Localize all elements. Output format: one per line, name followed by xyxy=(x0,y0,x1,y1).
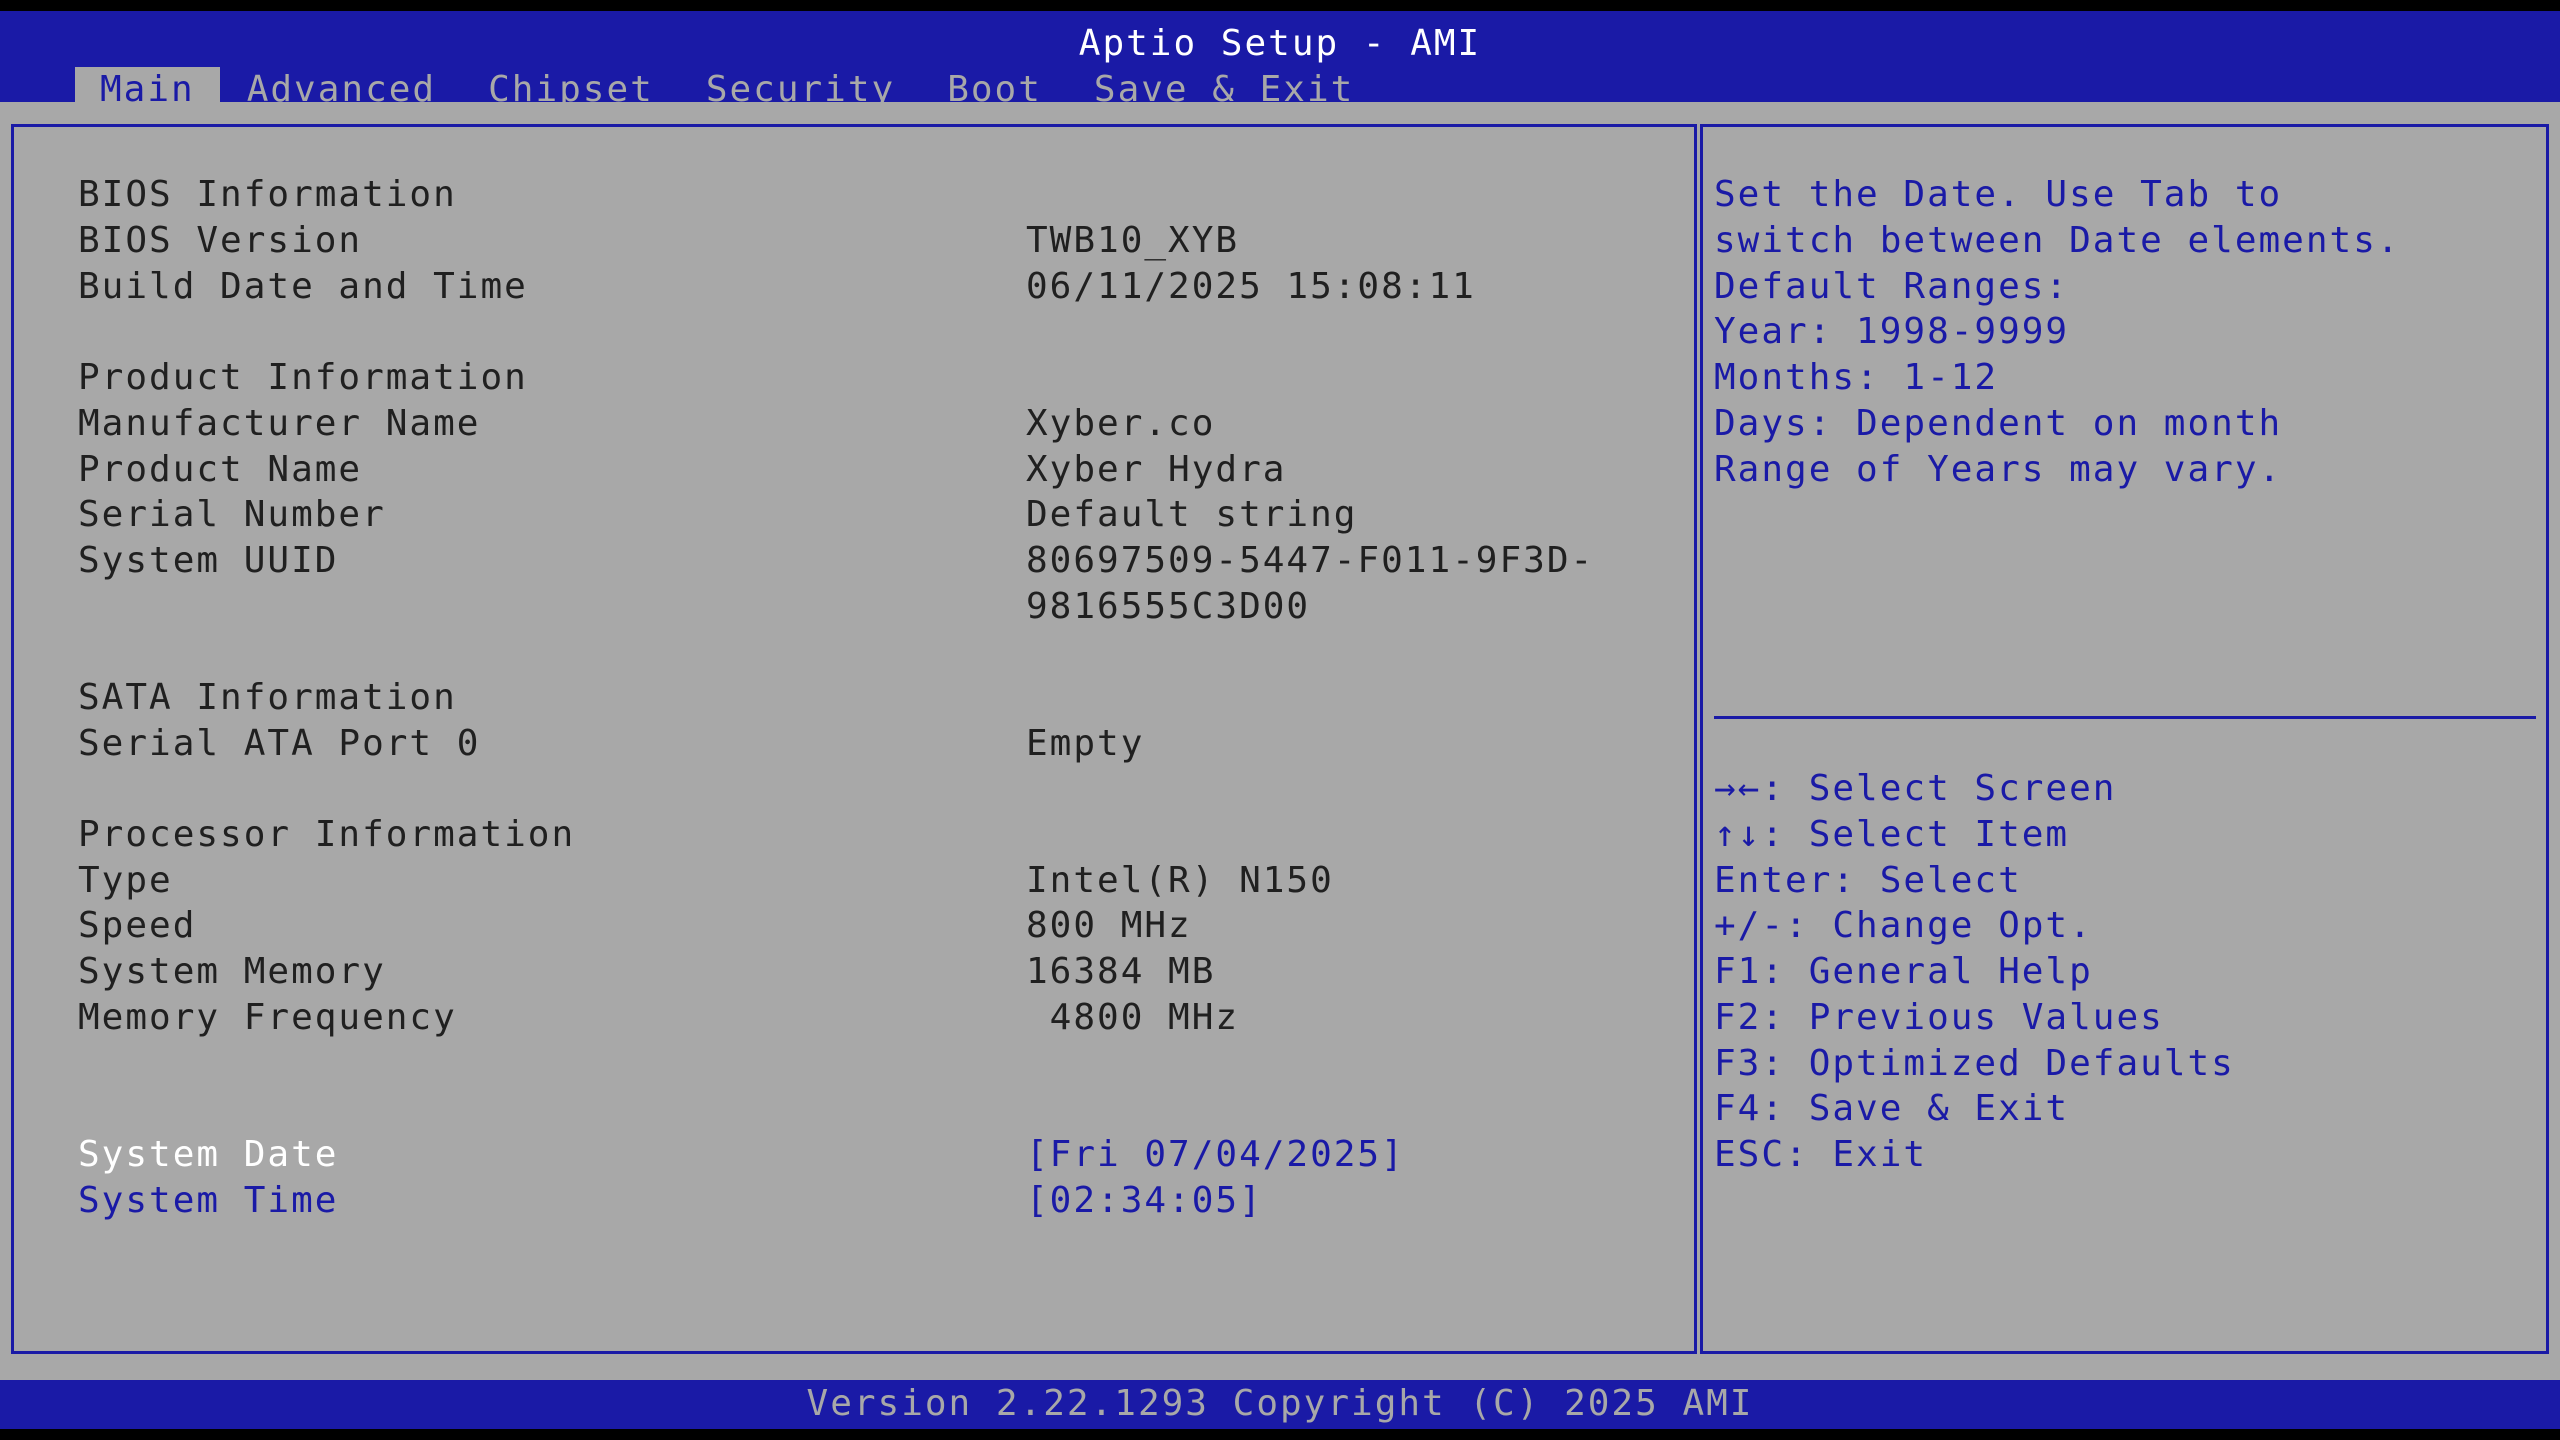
system-date-label[interactable]: System Date xyxy=(78,1132,338,1178)
processor-speed-value: 800 MHz xyxy=(1026,905,1192,946)
key-hint-esc: ESC: Exit xyxy=(1714,1134,1928,1175)
serial-number-label: Serial Number xyxy=(78,494,386,535)
system-time-field[interactable]: [02:34:05] xyxy=(1026,1178,1263,1224)
bios-version-label: BIOS Version xyxy=(78,220,363,261)
bios-screen: Aptio Setup - AMI Main Advanced Chipset … xyxy=(0,0,2560,1440)
system-memory-value: 16384 MB xyxy=(1026,951,1216,992)
system-date-field[interactable]: [Fri 07/04/2025] xyxy=(1026,1132,1405,1178)
build-date-label: Build Date and Time xyxy=(78,266,528,307)
system-uuid-label: System UUID xyxy=(78,540,339,581)
help-text-line: Days: Dependent on month xyxy=(1714,403,2283,444)
processor-type-value: Intel(R) N150 xyxy=(1026,860,1334,901)
build-date-value: 06/11/2025 15:08:11 xyxy=(1026,266,1476,307)
help-text-line: Set the Date. Use Tab to xyxy=(1714,174,2283,215)
product-name-label: Product Name xyxy=(78,449,363,490)
sata-info-heading: SATA Information xyxy=(78,677,457,718)
manufacturer-label: Manufacturer Name xyxy=(78,403,481,444)
key-hint-enter: Enter: Select xyxy=(1714,860,2022,901)
processor-type-label: Type xyxy=(78,860,173,901)
memory-frequency-value: 4800 MHz xyxy=(1026,997,1240,1038)
top-bar: Aptio Setup - AMI Main Advanced Chipset … xyxy=(0,11,2560,113)
system-time-label[interactable]: System Time xyxy=(78,1178,338,1224)
processor-info-heading: Processor Information xyxy=(78,814,576,855)
key-hint-select-screen: →←: Select Screen xyxy=(1714,768,2117,809)
key-hint-select-item: ↑↓: Select Item xyxy=(1714,814,2070,855)
system-memory-label: System Memory xyxy=(78,951,386,992)
serial-number-value: Default string xyxy=(1026,494,1358,535)
key-hint-f2: F2: Previous Values xyxy=(1714,997,2164,1038)
processor-speed-label: Speed xyxy=(78,905,197,946)
key-hint-change-opt: +/-: Change Opt. xyxy=(1714,905,2093,946)
memory-frequency-label: Memory Frequency xyxy=(78,997,457,1038)
main-area: BIOS Information BIOS Version TWB10_XYB … xyxy=(0,102,2560,1380)
help-text-line: Year: 1998-9999 xyxy=(1714,311,2070,352)
manufacturer-value: Xyber.co xyxy=(1026,403,1216,444)
system-uuid-value-line1: 80697509-5447-F011-9F3D- xyxy=(1026,540,1595,581)
product-info-heading: Product Information xyxy=(78,357,528,398)
version-copyright: Version 2.22.1293 Copyright (C) 2025 AMI xyxy=(806,1383,1754,1424)
sata-port0-value: Empty xyxy=(1026,723,1145,764)
product-name-value: Xyber Hydra xyxy=(1026,449,1287,490)
bios-info-heading: BIOS Information xyxy=(78,174,457,215)
help-text-line: Default Ranges: xyxy=(1714,266,2070,307)
system-uuid-value-line2: 9816555C3D00 xyxy=(1026,586,1311,627)
help-text-line: Range of Years may vary. xyxy=(1714,449,2283,490)
help-divider xyxy=(1714,716,2536,719)
help-text-line: switch between Date elements. xyxy=(1714,220,2401,261)
sata-port0-label: Serial ATA Port 0 xyxy=(78,723,481,764)
settings-panel: BIOS Information BIOS Version TWB10_XYB … xyxy=(11,124,1697,1354)
help-text-line: Months: 1-12 xyxy=(1714,357,1999,398)
bios-version-value: TWB10_XYB xyxy=(1026,220,1240,261)
key-hint-f1: F1: General Help xyxy=(1714,951,2093,992)
help-panel: Set the Date. Use Tab to switch between … xyxy=(1700,124,2549,1354)
bottom-bar: Version 2.22.1293 Copyright (C) 2025 AMI xyxy=(0,1380,2560,1429)
key-hint-f3: F3: Optimized Defaults xyxy=(1714,1043,2235,1084)
key-hint-f4: F4: Save & Exit xyxy=(1714,1088,2070,1129)
setup-title: Aptio Setup - AMI xyxy=(1078,23,1482,64)
